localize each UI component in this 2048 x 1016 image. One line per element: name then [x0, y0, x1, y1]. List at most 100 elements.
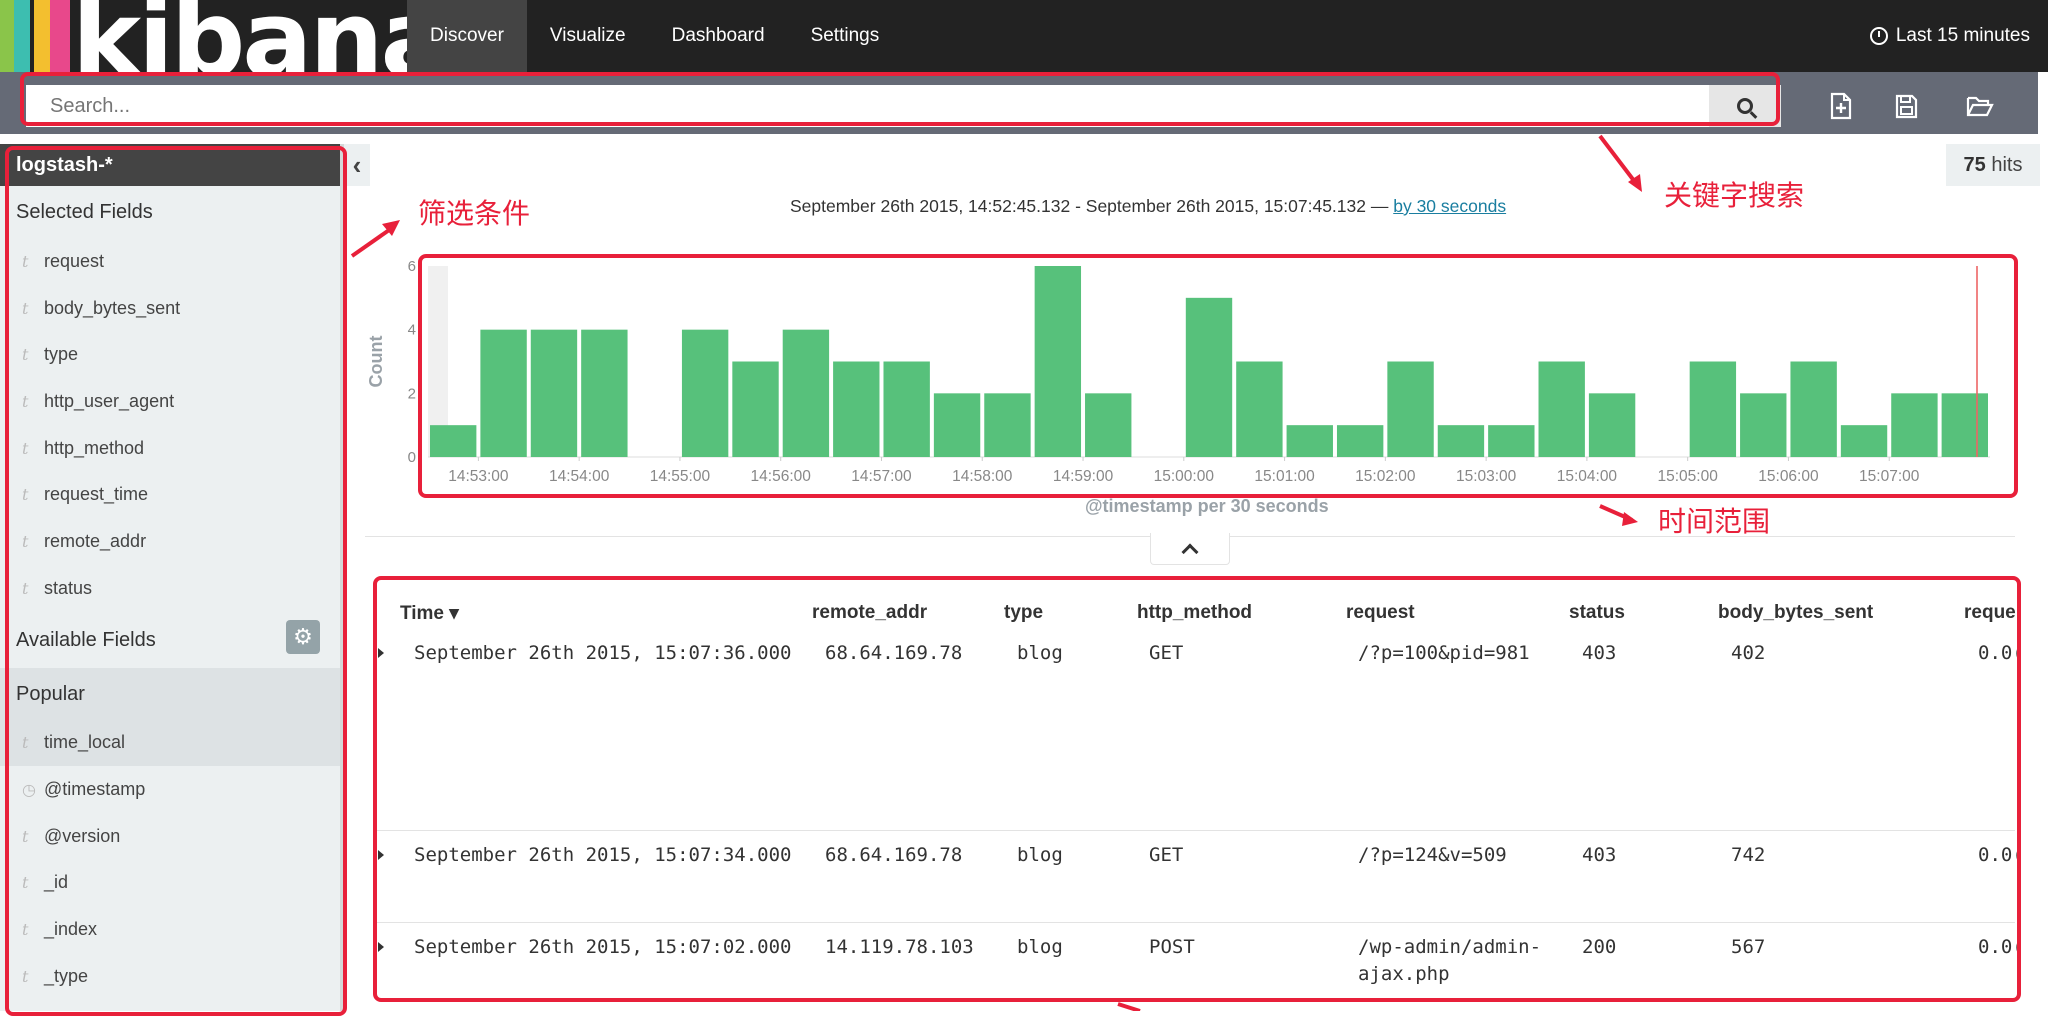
histogram-bar[interactable] — [1286, 425, 1333, 457]
field-item-timestamp[interactable]: ◷ @timestamp — [0, 766, 340, 813]
field-item-body-bytes-sent[interactable]: t body_bytes_sent — [0, 285, 340, 332]
column-header-request-time[interactable]: reque — [1964, 602, 2016, 628]
time-range-header: September 26th 2015, 14:52:45.132 - Sept… — [790, 196, 1506, 217]
field-item-time-local[interactable]: t time_local — [0, 719, 340, 767]
collapse-sidebar-button[interactable]: ‹ — [344, 144, 370, 186]
field-name: _type — [44, 965, 89, 986]
available-fields-header: Available Fields ⚙ — [0, 612, 340, 668]
histogram-bar[interactable] — [1185, 297, 1233, 457]
column-header-time[interactable]: Time ▾ — [400, 602, 459, 628]
histogram-bar[interactable] — [681, 329, 729, 457]
histogram-bar[interactable] — [1437, 425, 1485, 457]
index-pattern-title[interactable]: logstash-* — [0, 144, 340, 186]
field-item-remote-addr[interactable]: t remote_addr — [0, 518, 340, 565]
histogram-bar[interactable] — [1689, 361, 1737, 458]
column-header-remote-addr[interactable]: remote_addr — [812, 602, 927, 628]
cell-remote-addr: 68.64.169.78 — [825, 642, 963, 664]
histogram-bar[interactable] — [530, 329, 578, 457]
column-header-body-bytes-sent[interactable]: body_bytes_sent — [1718, 602, 1873, 628]
field-item-version[interactable]: t @version — [0, 813, 340, 860]
field-name: type — [44, 344, 79, 365]
string-type-icon: t — [22, 531, 29, 551]
nav-dashboard[interactable]: Dashboard — [649, 0, 788, 72]
field-item-request-time[interactable]: t request_time — [0, 471, 340, 518]
string-type-icon: t — [22, 873, 29, 893]
expand-row-icon[interactable] — [378, 942, 384, 952]
histogram-bar[interactable] — [1034, 266, 1082, 457]
field-name: @timestamp — [44, 779, 146, 800]
x-tick-label: 15:04:00 — [1557, 468, 1618, 485]
string-type-icon: t — [22, 391, 29, 411]
field-item-http-user-agent[interactable]: t http_user_agent — [0, 378, 340, 425]
field-name: _index — [44, 919, 98, 940]
main-nav: Discover Visualize Dashboard Settings — [407, 0, 902, 72]
field-item-index[interactable]: t _index — [0, 906, 340, 953]
field-sidebar: logstash-* Selected Fields t request t body… — [0, 144, 340, 1011]
x-tick-label: 14:57:00 — [851, 468, 912, 485]
field-item-type[interactable]: t _type — [0, 953, 340, 1000]
nav-visualize[interactable]: Visualize — [527, 0, 649, 72]
other-fields-list: ◷ @timestamp t @version t _id t _index t _type — [0, 766, 340, 999]
cell-request-time: 0.0( — [1978, 844, 2018, 866]
cell-remote-addr: 14.119.78.103 — [825, 936, 974, 958]
histogram-bar[interactable] — [1588, 393, 1636, 457]
cell-http-method: GET — [1149, 642, 1184, 664]
cell-http-method: POST — [1149, 936, 1195, 958]
interval-link[interactable]: by 30 seconds — [1393, 196, 1506, 216]
time-range-text: September 26th 2015, 14:52:45.132 - Sept… — [790, 196, 1394, 216]
string-type-icon: t — [22, 826, 29, 846]
field-item-status[interactable]: t status — [0, 565, 340, 612]
histogram-bar[interactable] — [1236, 361, 1283, 458]
gear-icon[interactable]: ⚙ — [286, 619, 320, 654]
histogram-bar[interactable] — [1840, 425, 1888, 457]
cell-status: 200 — [1582, 936, 1617, 958]
save-search-icon[interactable] — [1894, 92, 1918, 120]
histogram-bar[interactable] — [1085, 393, 1132, 457]
histogram-bar[interactable] — [883, 361, 930, 458]
histogram-bar[interactable] — [1336, 425, 1384, 457]
x-tick-label: 14:56:00 — [751, 468, 812, 485]
histogram-bar[interactable] — [933, 393, 981, 457]
histogram-bar[interactable] — [1538, 361, 1585, 458]
x-tick-label: 14:54:00 — [549, 468, 610, 485]
nav-settings[interactable]: Settings — [788, 0, 903, 72]
collapse-chart-button[interactable] — [1150, 533, 1230, 565]
field-item-type[interactable]: t type — [0, 331, 340, 378]
field-item-request[interactable]: t request — [0, 238, 340, 285]
x-tick-label: 15:03:00 — [1456, 468, 1517, 485]
histogram-bar[interactable] — [782, 329, 830, 457]
column-header-status[interactable]: status — [1569, 602, 1625, 628]
time-picker[interactable]: Last 15 minutes — [1869, 0, 2030, 72]
histogram-bar[interactable] — [1488, 425, 1535, 457]
column-header-http-method[interactable]: http_method — [1137, 602, 1252, 628]
histogram-bar[interactable] — [1740, 393, 1787, 457]
cell-request-time: 0.0( — [1978, 642, 2018, 664]
histogram-bar[interactable] — [1941, 393, 1988, 457]
histogram-chart[interactable]: 0 2 4 6 Count 14:53:00 14:54:00 14:55:00 14:56:0… — [360, 250, 2020, 495]
histogram-bar[interactable] — [732, 361, 779, 458]
column-header-type[interactable]: type — [1004, 602, 1043, 628]
new-search-icon[interactable] — [1829, 92, 1853, 120]
search-icon — [1737, 98, 1753, 114]
histogram-bar[interactable] — [984, 393, 1031, 457]
annotation-time-label: 时间范围 — [1658, 505, 1771, 538]
search-button[interactable] — [1709, 85, 1781, 127]
field-name: _id — [44, 872, 69, 893]
expand-row-icon[interactable] — [378, 648, 384, 658]
histogram-bar[interactable] — [1891, 393, 1938, 457]
search-input[interactable] — [26, 85, 1709, 127]
histogram-bar[interactable] — [1790, 361, 1837, 458]
hits-label: hits — [1991, 154, 2023, 176]
open-search-icon[interactable] — [1966, 92, 1994, 120]
column-header-request[interactable]: request — [1346, 602, 1415, 628]
cell-remote-addr: 68.64.169.78 — [825, 844, 963, 866]
field-item-id[interactable]: t _id — [0, 860, 340, 907]
histogram-bar[interactable] — [480, 329, 527, 457]
field-item-http-method[interactable]: t http_method — [0, 425, 340, 472]
histogram-bar[interactable] — [430, 425, 477, 457]
expand-row-icon[interactable] — [378, 850, 384, 860]
nav-discover[interactable]: Discover — [407, 0, 527, 72]
histogram-bar[interactable] — [1387, 361, 1434, 458]
histogram-bar[interactable] — [833, 361, 880, 458]
histogram-bar[interactable] — [581, 329, 628, 457]
